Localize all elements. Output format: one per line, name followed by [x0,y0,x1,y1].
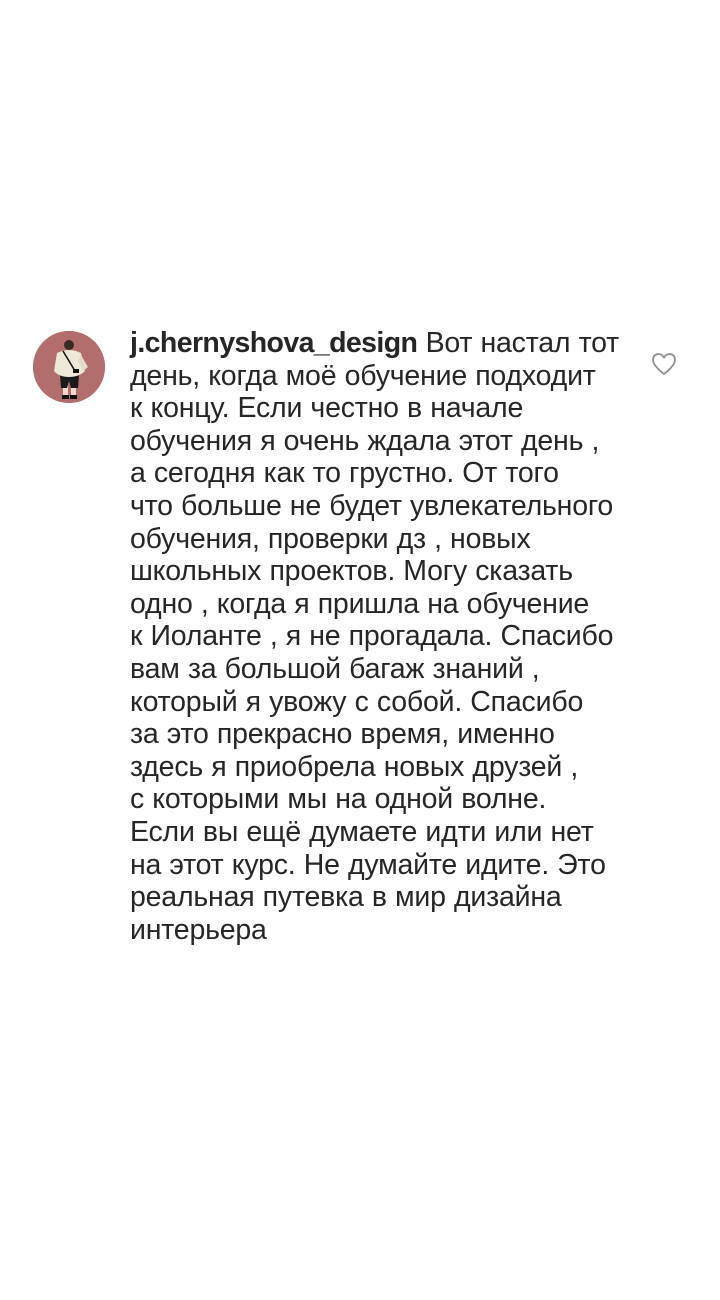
comment-line: интерьера [130,913,267,946]
comment-item: j.chernyshova_design Вот настал тот день… [0,0,720,1300]
avatar-image [33,331,105,403]
comment-line: Вот настал тот [417,327,620,359]
comment-line: на этот курс. Не думайте идите. Это [130,848,606,881]
comment-line: к Иоланте , я не прогадала. Спасибо [130,620,614,653]
comment-line: одно , когда я пришла на обучение [130,587,590,620]
heart-outline-icon [652,353,676,375]
comment-line: вам за большой багаж знаний , [130,652,540,685]
comment-line: реальная путевка в мир дизайна [130,881,562,914]
comment-line: день, когда моё обучение подходит [130,359,596,392]
comment-line: а сегодня как то грустно. От того [130,457,559,490]
comment-line: обучения, проверки дз , новых [130,522,531,555]
comment-line: школьных проектов. Могу сказать [130,555,573,588]
comment-line: обучения я очень ждала этот день , [130,424,600,457]
avatar[interactable] [33,331,105,403]
comment-line: к концу. Если честно в начале [130,392,524,425]
comment-line: здесь я приобрела новых друзей , [130,750,579,783]
like-button[interactable] [651,352,677,376]
comment-line: с которыми мы на одной волне. [130,783,547,816]
comment-line: что больше не будет увлекательного [130,489,614,522]
comment-text: j.chernyshova_design Вот настал тот день… [130,327,635,946]
comment-line: который я увожу с собой. Спасибо [130,685,584,718]
comment-line: за это прекрасно время, именно [130,718,555,751]
comment-username[interactable]: j.chernyshova_design [130,327,418,359]
comment-line: Если вы ещё думаете идти или нет [130,815,594,848]
